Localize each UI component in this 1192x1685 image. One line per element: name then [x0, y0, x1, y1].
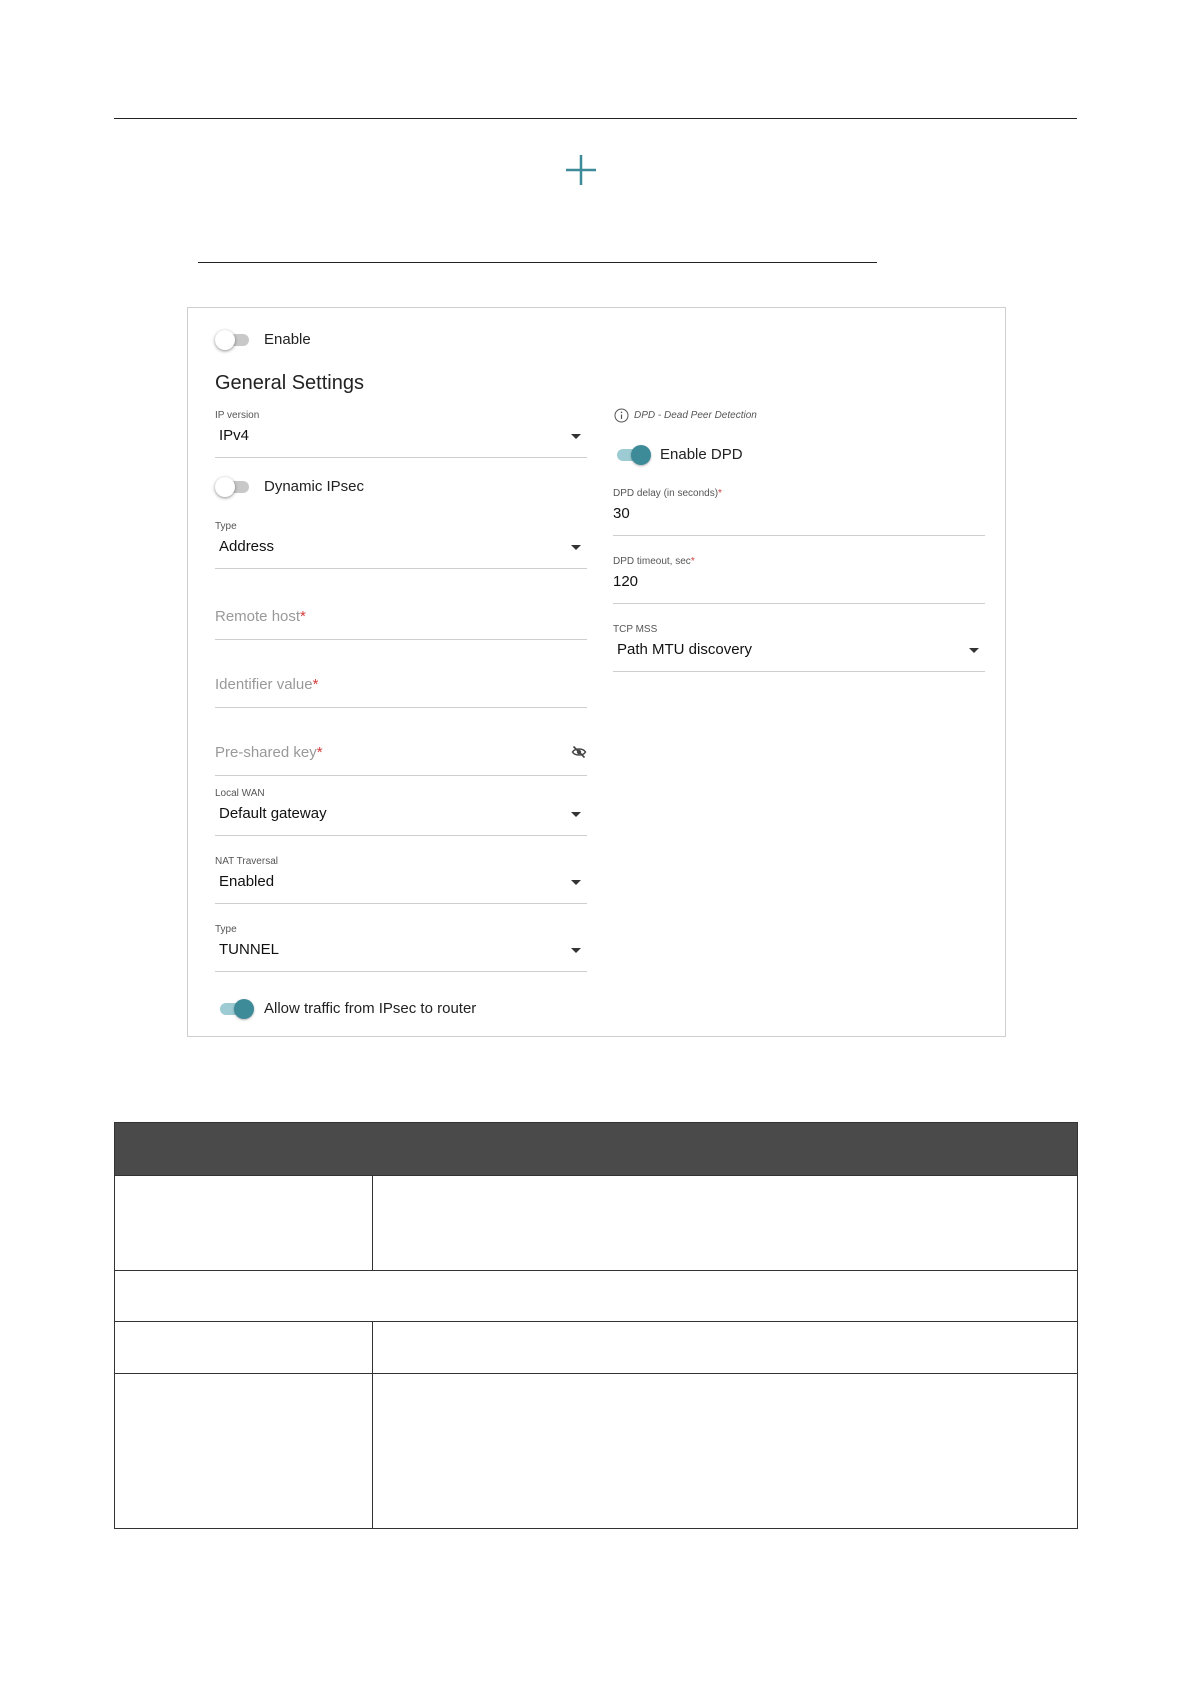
tcp-mss-label: TCP MSS — [613, 624, 658, 635]
table-cell — [114, 1373, 373, 1529]
caption-rule — [198, 262, 877, 263]
dpd-timeout-value: 120 — [613, 573, 639, 590]
toggle-knob — [631, 445, 651, 465]
allow-traffic-label: Allow traffic from IPsec to router — [264, 1000, 477, 1017]
table-header-row — [114, 1122, 1078, 1176]
enable-dpd-toggle[interactable] — [615, 445, 651, 465]
chevron-down-icon — [571, 880, 581, 885]
table-header — [114, 1122, 1078, 1176]
enable-toggle[interactable] — [215, 330, 251, 350]
chevron-down-icon — [969, 648, 979, 653]
nat-traversal-value: Enabled — [219, 873, 275, 890]
nat-traversal-select[interactable]: NAT Traversal Enabled — [215, 856, 587, 904]
identifier-value-placeholder: Identifier value* — [215, 676, 319, 693]
tcp-mss-value: Path MTU discovery — [617, 641, 753, 658]
parameters-table — [114, 1122, 1078, 1529]
dpd-timeout-field[interactable]: DPD timeout, sec* 120 — [613, 556, 985, 604]
table-row — [114, 1321, 1078, 1374]
mode-type-value: TUNNEL — [219, 941, 280, 958]
table-cell — [114, 1321, 373, 1374]
chevron-down-icon — [571, 948, 581, 953]
local-wan-select[interactable]: Local WAN Default gateway — [215, 788, 587, 836]
ip-version-label: IP version — [215, 410, 260, 421]
local-wan-label: Local WAN — [215, 788, 265, 799]
table-row — [114, 1373, 1078, 1529]
table-cell — [114, 1175, 373, 1271]
ip-version-value: IPv4 — [219, 427, 250, 444]
chevron-down-icon — [571, 434, 581, 439]
table-cell — [372, 1373, 1078, 1529]
chevron-down-icon — [571, 545, 581, 550]
identifier-value-field[interactable]: Identifier value* — [215, 660, 587, 708]
info-icon — [614, 408, 629, 423]
dpd-note: DPD - Dead Peer Detection — [634, 410, 757, 421]
remote-host-field[interactable]: Remote host* — [215, 592, 587, 640]
type-select[interactable]: Type Address — [215, 521, 587, 569]
table-section-row — [114, 1270, 1078, 1322]
pre-shared-key-placeholder: Pre-shared key* — [215, 744, 323, 761]
table-row — [114, 1175, 1078, 1271]
local-wan-value: Default gateway — [219, 805, 327, 822]
chevron-down-icon — [571, 812, 581, 817]
table-cell — [372, 1321, 1078, 1374]
toggle-knob — [234, 999, 254, 1019]
remote-host-placeholder: Remote host* — [215, 608, 306, 625]
dynamic-ipsec-label: Dynamic IPsec — [264, 478, 365, 495]
allow-traffic-toggle[interactable] — [218, 999, 254, 1019]
type-label: Type — [215, 521, 237, 532]
ip-version-select[interactable]: IP version IPv4 — [215, 410, 587, 458]
dynamic-ipsec-toggle[interactable] — [215, 477, 251, 497]
dpd-delay-value: 30 — [613, 505, 630, 522]
mode-type-label: Type — [215, 924, 237, 935]
dpd-delay-label: DPD delay (in seconds)* — [613, 488, 722, 499]
table-cell — [114, 1270, 1078, 1322]
eye-off-icon[interactable] — [571, 744, 587, 760]
tcp-mss-select[interactable]: TCP MSS Path MTU discovery — [613, 624, 985, 672]
plus-icon[interactable] — [565, 154, 597, 186]
toggle-knob — [215, 330, 235, 350]
type-value: Address — [219, 538, 275, 555]
page-header-rule — [114, 118, 1077, 119]
mode-type-select[interactable]: Type TUNNEL — [215, 924, 587, 972]
section-title: General Settings — [215, 372, 364, 394]
nat-traversal-label: NAT Traversal — [215, 856, 278, 867]
enable-dpd-label: Enable DPD — [660, 446, 743, 463]
toggle-knob — [215, 477, 235, 497]
enable-label: Enable — [264, 331, 311, 348]
dpd-delay-field[interactable]: DPD delay (in seconds)* 30 — [613, 488, 985, 536]
table-cell — [372, 1175, 1078, 1271]
ipsec-settings-panel: Enable General Settings IP version IPv4 … — [187, 307, 1006, 1037]
pre-shared-key-field[interactable]: Pre-shared key* — [215, 728, 587, 776]
dpd-timeout-label: DPD timeout, sec* — [613, 556, 695, 567]
